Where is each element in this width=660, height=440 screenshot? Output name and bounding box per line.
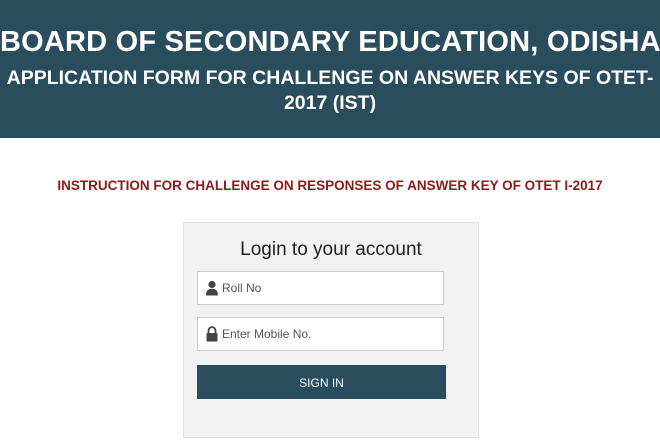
mobile-no-field[interactable]	[197, 317, 444, 351]
lock-icon	[205, 326, 219, 342]
instruction-link[interactable]: INSTRUCTION FOR CHALLENGE ON RESPONSES O…	[0, 178, 660, 193]
page-header: BOARD OF SECONDARY EDUCATION, ODISHA APP…	[0, 0, 660, 138]
mobile-no-input[interactable]	[222, 318, 437, 350]
login-title: Login to your account	[240, 239, 422, 260]
roll-no-field[interactable]	[197, 271, 444, 305]
user-icon	[205, 280, 219, 296]
login-panel: Login to your account SIGN IN	[183, 222, 479, 438]
sign-in-button[interactable]: SIGN IN	[197, 365, 446, 399]
form-subtitle: APPLICATION FORM FOR CHALLENGE ON ANSWER…	[6, 67, 654, 114]
board-title: BOARD OF SECONDARY EDUCATION, ODISHA	[0, 26, 660, 58]
roll-no-input[interactable]	[222, 272, 437, 304]
